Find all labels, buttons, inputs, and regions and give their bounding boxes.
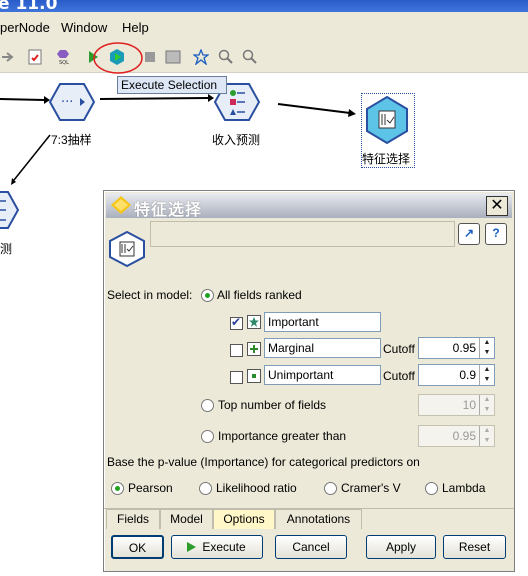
sql-icon[interactable]: SQL (55, 49, 75, 65)
spinner-arrows-icon[interactable]: ▲ ▼ (479, 426, 494, 446)
arrow-icon[interactable] (0, 49, 16, 65)
close-icon: ✕ (490, 197, 504, 214)
menu-window[interactable]: Window (61, 20, 107, 35)
top-number-spinner[interactable]: 10 ▲ ▼ (418, 394, 495, 416)
apply-button[interactable]: Apply (366, 535, 436, 559)
menu-supernode[interactable]: perNode (0, 20, 50, 35)
pearson-radio[interactable] (111, 482, 124, 495)
marginal-checkbox[interactable] (230, 344, 243, 357)
cancel-button[interactable]: Cancel (275, 535, 347, 559)
feature-selection-dialog: 特征选择 ✕ ↗ ? Select in model: All fields r… (103, 190, 515, 572)
highlight-circle (93, 42, 143, 74)
pvalue-label: Base the p-value (Importance) for catego… (107, 455, 420, 469)
dialog-title: 特征选择 (134, 200, 203, 219)
help-button[interactable]: ? (485, 223, 507, 245)
toolbar: SQL (0, 41, 528, 74)
top-number-radio[interactable] (201, 399, 214, 412)
node-label-predict: 预测 (0, 242, 13, 256)
preview-icon[interactable] (165, 49, 181, 65)
spinner-arrows-icon[interactable]: ▲ ▼ (479, 395, 494, 415)
likelihood-ratio-radio[interactable] (199, 482, 212, 495)
close-button[interactable]: ✕ (486, 196, 508, 216)
stop-icon[interactable] (142, 49, 158, 65)
lambda-radio[interactable] (425, 482, 438, 495)
spinner-arrows-icon[interactable]: ▲ ▼ (479, 338, 494, 358)
execute-label: Execute (202, 540, 246, 554)
launch-button[interactable]: ↗ (458, 223, 480, 245)
marginal-field: Marginal (264, 338, 381, 358)
ok-button[interactable]: OK (111, 535, 164, 559)
important-field: Important (264, 312, 381, 332)
unimportant-checkbox[interactable] (230, 371, 243, 384)
partition-node-icon-left[interactable] (0, 190, 20, 230)
report-icon[interactable] (27, 49, 43, 65)
importance-greater-spinner[interactable]: 0.95 ▲ ▼ (418, 425, 495, 447)
node-label-feature-select: 特征选择 (362, 152, 411, 166)
marginal-cutoff-spinner[interactable]: 0.95 ▲ ▼ (418, 337, 495, 359)
marginal-plus-icon (247, 342, 261, 356)
node-label-sample: 7:3抽样 (51, 133, 92, 147)
important-star-icon (247, 315, 261, 329)
dialog-title-bar: 特征选择 ✕ (106, 193, 512, 219)
tab-options[interactable]: Options (213, 509, 275, 529)
zoom-in-icon[interactable] (218, 49, 234, 65)
all-fields-ranked-radio[interactable] (201, 289, 214, 302)
menu-bar: perNode Window Help (0, 12, 528, 41)
dialog-node-icon (109, 231, 145, 267)
menu-help[interactable]: Help (122, 20, 149, 35)
cramers-v-label: Cramer's V (341, 481, 401, 495)
window-title: e 11.0 (0, 0, 58, 12)
tab-fields[interactable]: Fields (106, 509, 160, 529)
unimportant-cutoff-label: Cutoff (383, 369, 415, 383)
likelihood-ratio-label: Likelihood ratio (216, 481, 297, 495)
svg-text:SQL: SQL (59, 60, 69, 65)
top-number-value: 10 (462, 398, 476, 412)
svg-text:···: ··· (61, 95, 73, 110)
window-title-bar: e 11.0 (0, 0, 528, 12)
feature-selection-node-icon[interactable] (363, 95, 411, 145)
unimportant-cutoff-value: 0.9 (459, 368, 476, 382)
execute-play-icon (187, 542, 196, 552)
reset-button[interactable]: Reset (443, 535, 506, 559)
execute-button[interactable]: Execute (171, 535, 263, 559)
tab-annotations[interactable]: Annotations (275, 509, 362, 529)
top-number-label: Top number of fields (218, 398, 327, 412)
importance-greater-radio[interactable] (201, 430, 214, 443)
important-checkbox[interactable] (230, 315, 243, 330)
annotation-field[interactable] (150, 221, 455, 247)
marginal-cutoff-value: 0.95 (452, 341, 476, 355)
marginal-cutoff-label: Cutoff (383, 342, 415, 356)
cramers-v-radio[interactable] (324, 482, 337, 495)
pearson-label: Pearson (128, 481, 173, 495)
sample-node-icon[interactable]: ··· (48, 82, 96, 122)
lambda-label: Lambda (442, 481, 486, 495)
unimportant-field: Unimportant (264, 365, 381, 385)
zoom-out-icon[interactable] (242, 49, 258, 65)
importance-greater-value: 0.95 (452, 429, 476, 443)
spinner-arrows-icon[interactable]: ▲ ▼ (479, 365, 494, 385)
help-icon: ? (492, 226, 500, 240)
all-fields-ranked-label: All fields ranked (217, 288, 302, 302)
tab-model[interactable]: Model (160, 509, 213, 529)
launch-icon: ↗ (463, 226, 475, 240)
unimportant-cutoff-spinner[interactable]: 0.9 ▲ ▼ (418, 364, 495, 386)
tooltip: Execute Selection (117, 76, 227, 94)
diamond-icon (111, 196, 131, 214)
node-label-income-predict: 收入预测 (212, 133, 261, 147)
select-in-model-label: Select in model: (107, 288, 193, 302)
star-icon[interactable] (193, 49, 209, 65)
unimportant-dot-icon (247, 369, 261, 383)
importance-greater-label: Importance greater than (218, 429, 347, 443)
